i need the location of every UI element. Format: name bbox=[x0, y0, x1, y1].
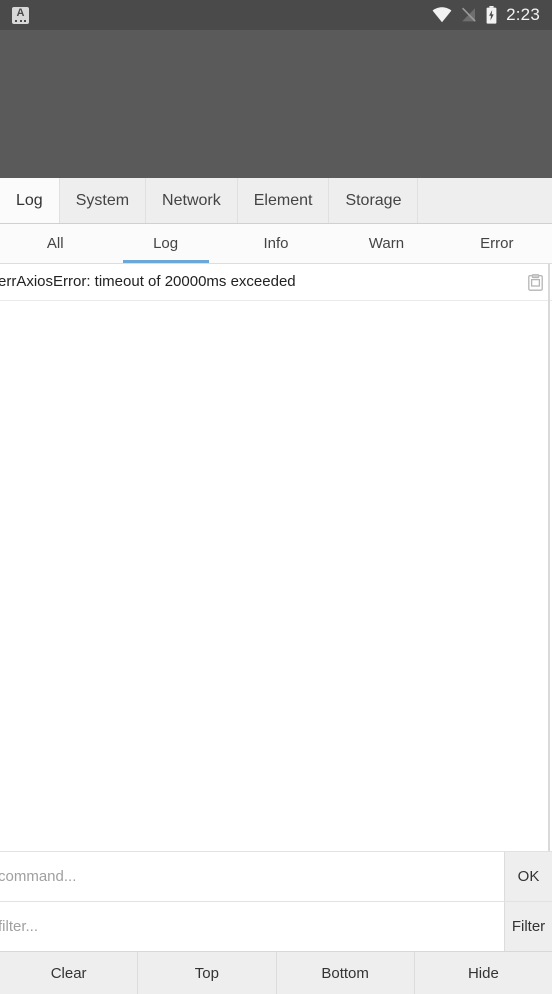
battery-charging-icon bbox=[486, 6, 497, 24]
command-ok-button[interactable]: OK bbox=[504, 852, 552, 901]
tab-system-label: System bbox=[75, 191, 130, 209]
status-bar-right: 2:23 bbox=[432, 5, 540, 25]
vconsole-panel: Log System Network Element Storage All L… bbox=[0, 178, 552, 994]
log-list-scrollbar[interactable] bbox=[548, 264, 550, 851]
tab-storage-label: Storage bbox=[345, 191, 402, 209]
subtab-info[interactable]: Info bbox=[221, 224, 331, 263]
command-row: OK bbox=[0, 851, 552, 901]
bottom-button[interactable]: Bottom bbox=[277, 952, 415, 994]
command-ok-label: OK bbox=[517, 868, 540, 885]
device-screen: A 2:23 Log System Network Element Storag… bbox=[0, 0, 552, 994]
subtab-info-label: Info bbox=[263, 235, 289, 252]
subtab-error-label: Error bbox=[480, 235, 514, 252]
clear-button-label: Clear bbox=[50, 964, 87, 982]
tab-log[interactable]: Log bbox=[0, 178, 60, 223]
top-button-label: Top bbox=[194, 964, 219, 982]
tab-element-label: Element bbox=[253, 191, 313, 209]
subtab-all-label: All bbox=[46, 235, 64, 252]
filter-input[interactable] bbox=[0, 902, 504, 951]
tab-log-label: Log bbox=[16, 191, 43, 209]
subtab-warn[interactable]: Warn bbox=[331, 224, 441, 263]
log-list-item[interactable]: errAxiosError: timeout of 20000ms exceed… bbox=[0, 264, 552, 301]
hide-button-label: Hide bbox=[467, 964, 499, 982]
bottom-button-label: Bottom bbox=[321, 964, 369, 982]
tab-storage[interactable]: Storage bbox=[329, 178, 419, 223]
top-button[interactable]: Top bbox=[138, 952, 277, 994]
log-level-subtab-bar: All Log Info Warn Error bbox=[0, 224, 552, 264]
subtab-log[interactable]: Log bbox=[110, 224, 220, 263]
subtab-warn-label: Warn bbox=[368, 235, 405, 252]
tab-element[interactable]: Element bbox=[238, 178, 330, 223]
subtab-all[interactable]: All bbox=[0, 224, 110, 263]
wifi-icon bbox=[432, 7, 452, 23]
filter-apply-button[interactable]: Filter bbox=[504, 902, 552, 951]
filter-apply-label: Filter bbox=[511, 918, 546, 935]
tab-network[interactable]: Network bbox=[146, 178, 238, 223]
status-bar-clock: 2:23 bbox=[506, 5, 540, 24]
tab-system[interactable]: System bbox=[60, 178, 147, 223]
status-bar-left: A bbox=[12, 6, 29, 24]
console-tab-bar: Log System Network Element Storage bbox=[0, 178, 552, 224]
app-webview-content[interactable] bbox=[0, 30, 552, 178]
signal-no-sim-icon bbox=[461, 7, 477, 23]
command-input[interactable] bbox=[0, 852, 504, 901]
clear-button[interactable]: Clear bbox=[0, 952, 139, 994]
ime-icon-letter: A bbox=[16, 6, 25, 19]
console-bottom-bar: Clear Top Bottom Hide bbox=[0, 951, 552, 994]
hide-button[interactable]: Hide bbox=[415, 952, 552, 994]
tab-network-label: Network bbox=[162, 191, 221, 209]
status-bar: A 2:23 bbox=[0, 0, 552, 30]
subtab-error[interactable]: Error bbox=[442, 224, 552, 263]
log-entry-text: errAxiosError: timeout of 20000ms exceed… bbox=[0, 273, 296, 290]
log-list[interactable]: errAxiosError: timeout of 20000ms exceed… bbox=[0, 264, 552, 851]
ime-keyboard-icon: A bbox=[12, 6, 29, 24]
subtab-log-label: Log bbox=[153, 235, 179, 252]
filter-row: Filter bbox=[0, 901, 552, 951]
tab-bar-filler bbox=[418, 178, 552, 223]
copy-clipboard-icon[interactable] bbox=[518, 273, 552, 291]
